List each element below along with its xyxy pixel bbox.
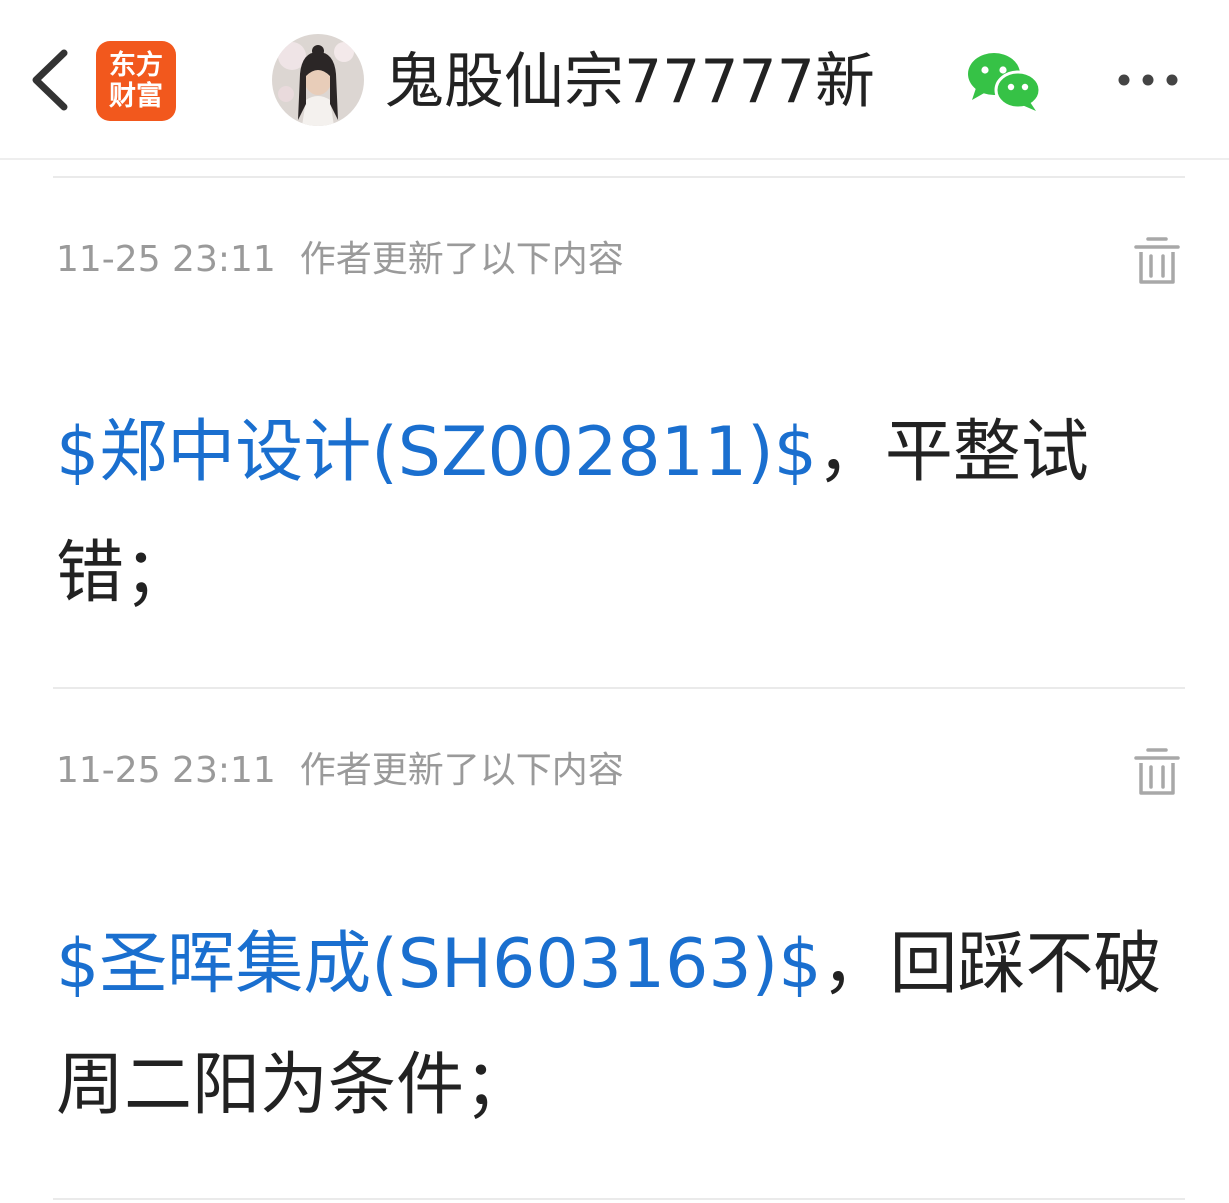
top-bar: 东方 财富 鬼股仙宗77777新	[0, 0, 1229, 160]
divider	[53, 1198, 1185, 1200]
update-label: 作者更新了以下内容	[299, 239, 624, 280]
stock-link[interactable]: $圣晖集成(SH603163)$	[56, 925, 821, 1004]
update-label: 作者更新了以下内容	[299, 750, 624, 791]
author-name[interactable]: 鬼股仙宗77777新	[384, 44, 875, 120]
delete-button[interactable]	[1134, 747, 1180, 797]
update-meta: 11-25 23:11 作者更新了以下内容	[56, 747, 624, 795]
divider	[53, 687, 1185, 689]
logo-text-line1: 东方	[109, 50, 163, 81]
delete-button[interactable]	[1134, 236, 1180, 286]
trash-icon	[1134, 748, 1180, 795]
back-button[interactable]	[26, 45, 76, 115]
update-time: 11-25 23:11	[56, 750, 276, 791]
avatar[interactable]	[272, 34, 364, 126]
update-time: 11-25 23:11	[56, 239, 276, 280]
chevron-left-icon	[32, 49, 68, 111]
update-content: $郑中设计(SZ002811)$，平整试错；	[56, 392, 1186, 634]
trash-icon	[1134, 237, 1180, 284]
stock-link[interactable]: $郑中设计(SZ002811)$	[56, 413, 817, 492]
more-button[interactable]	[1112, 62, 1184, 98]
app-logo[interactable]: 东方 财富	[96, 41, 176, 121]
divider	[53, 176, 1185, 178]
more-dots-icon	[1118, 74, 1178, 86]
wechat-share-button[interactable]	[966, 50, 1042, 112]
wechat-icon	[968, 53, 1042, 111]
update-content: $圣晖集成(SH603163)$，回踩不破周二阳为条件；	[56, 904, 1186, 1146]
update-meta: 11-25 23:11 作者更新了以下内容	[56, 236, 624, 284]
logo-text-line2: 财富	[109, 81, 163, 112]
avatar-image	[272, 34, 364, 126]
